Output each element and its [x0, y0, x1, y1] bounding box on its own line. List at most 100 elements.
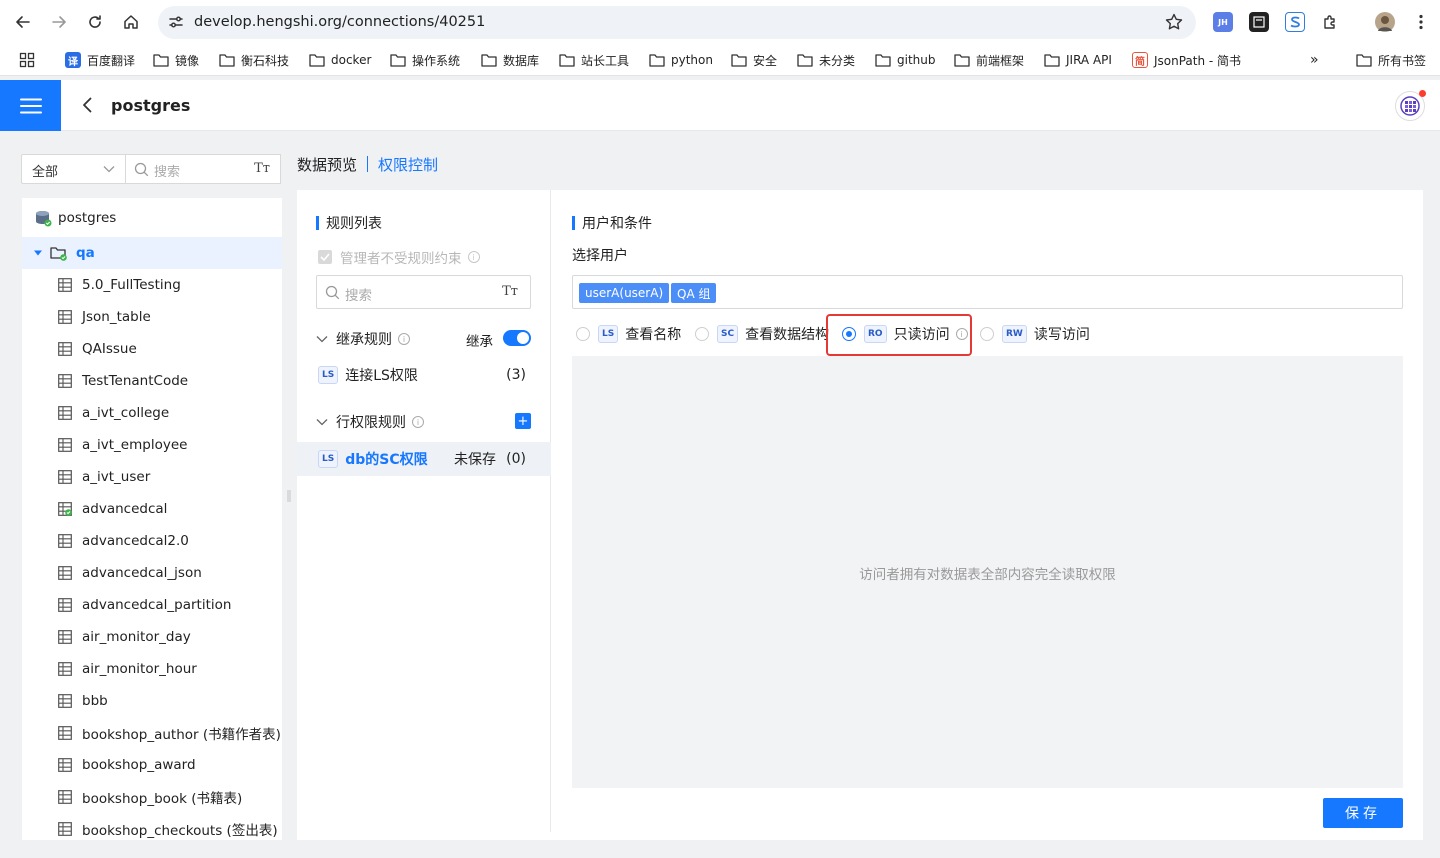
reload-icon[interactable] [83, 10, 107, 34]
terminal-extension-icon[interactable] [1249, 12, 1269, 32]
bookmark-folder[interactable]: github [875, 52, 935, 68]
bookmark-folder[interactable]: 未分类 [797, 52, 855, 68]
table-item[interactable]: advancedcal [58, 493, 282, 525]
bookmarks-bar: 译 百度翻译 镜像 衡石科技 docker 操作系统 数据库 站长工具 pyth… [0, 44, 1440, 76]
bookmark-baidu-translate[interactable]: 译 百度翻译 [65, 52, 135, 68]
table-icon [58, 758, 72, 772]
title-accent-bar [572, 216, 575, 230]
bookmark-folder[interactable]: 安全 [731, 52, 777, 68]
brand-logo-icon[interactable] [1395, 90, 1426, 121]
browser-menu-icon[interactable] [1411, 12, 1431, 32]
panel-resize-handle[interactable] [287, 490, 291, 502]
bookmark-star-icon[interactable] [1164, 12, 1184, 32]
bookmark-folder[interactable]: 站长工具 [559, 52, 629, 68]
rules-search-input[interactable]: 搜索 Tт [316, 275, 531, 309]
back-arrow-icon[interactable] [11, 10, 35, 34]
table-item[interactable]: bookshop_book (书籍表) [58, 781, 282, 813]
chevron-down-icon [103, 166, 115, 173]
table-item[interactable]: advancedcal2.0 [58, 525, 282, 557]
folder-icon [390, 54, 406, 67]
bookmark-label: 操作系统 [412, 53, 461, 68]
table-item[interactable]: a_ivt_employee [58, 429, 282, 461]
tree-search-input[interactable]: 搜索 Tт [126, 154, 281, 184]
table-icon [58, 310, 72, 324]
table-icon [58, 598, 72, 612]
table-item[interactable]: air_monitor_day [58, 621, 282, 653]
user-chip[interactable]: userA(userA) [579, 283, 670, 303]
bookmark-folder[interactable]: docker [309, 52, 371, 68]
site-settings-icon[interactable] [166, 12, 186, 32]
apps-grid-icon[interactable] [19, 52, 41, 68]
access-description-area: 访问者拥有对数据表全部内容完全读取权限 [572, 356, 1403, 788]
inherit-rules-label: 继承规则 [336, 332, 392, 348]
tree-node-schema[interactable]: qa [22, 237, 282, 269]
save-button[interactable]: 保存 [1323, 798, 1403, 828]
inherit-rules-group[interactable]: 继承规则 i 继承 [316, 329, 531, 350]
row-rules-group[interactable]: 行权限规则 i + [316, 412, 531, 432]
bookmark-folder[interactable]: 衡石科技 [219, 52, 289, 68]
conditions-title: 用户和条件 [572, 213, 652, 233]
table-item[interactable]: bookshop_checkouts (签出表) [58, 813, 282, 840]
forward-arrow-icon[interactable] [47, 10, 71, 34]
table-item[interactable]: advancedcal_partition [58, 589, 282, 621]
font-size-toggle-icon[interactable]: Tт [502, 284, 518, 299]
scope-select[interactable]: 全部 [21, 154, 126, 184]
address-bar[interactable]: develop.hengshi.org/connections/40251 [158, 6, 1196, 39]
info-icon[interactable]: i [398, 333, 410, 345]
info-icon[interactable]: i [467, 251, 480, 263]
chevron-left-icon[interactable] [78, 95, 98, 115]
bookmark-folder[interactable]: 前端框架 [954, 52, 1024, 68]
radio-icon [695, 327, 709, 341]
table-item[interactable]: advancedcal_json [58, 557, 282, 589]
table-name: air_monitor_day [82, 629, 191, 645]
tab-permission-control[interactable]: 权限控制 [378, 154, 438, 175]
bookmark-folder[interactable]: 数据库 [481, 52, 539, 68]
bookmarks-overflow[interactable]: » [1310, 52, 1319, 68]
table-item[interactable]: QAIssue [58, 333, 282, 365]
table-item[interactable]: a_ivt_college [58, 397, 282, 429]
caret-down-icon[interactable] [34, 249, 42, 257]
bookmark-label: JsonPath - 简书 [1154, 53, 1242, 68]
jh-extension-icon[interactable]: JH [1213, 12, 1233, 32]
access-option-rw[interactable]: RW 读写访问 [980, 324, 1090, 344]
add-rule-button[interactable]: + [515, 413, 531, 429]
bookmark-jsonpath[interactable]: 简 JsonPath - 简书 [1132, 52, 1241, 68]
group-chip[interactable]: QA 组 [671, 283, 717, 303]
url-text[interactable]: develop.hengshi.org/connections/40251 [194, 14, 485, 30]
table-item[interactable]: a_ivt_user [58, 461, 282, 493]
access-option-ls[interactable]: LS 查看名称 [576, 324, 681, 344]
table-item[interactable]: 5.0_FullTesting [58, 269, 282, 301]
hamburger-menu-icon[interactable] [0, 80, 61, 131]
bookmark-folder[interactable]: JIRA API [1044, 52, 1112, 68]
s-extension-icon[interactable] [1285, 12, 1305, 32]
bookmark-folder[interactable]: 镜像 [153, 52, 199, 68]
table-item[interactable]: bookshop_author (书籍作者表) [58, 717, 282, 749]
table-item[interactable]: air_monitor_hour [58, 653, 282, 685]
table-item[interactable]: bookshop_award [58, 749, 282, 781]
info-icon[interactable]: i [412, 416, 424, 428]
user-select-input[interactable]: userA(userA) QA 组 [572, 275, 1403, 309]
inherit-toggle[interactable] [503, 330, 531, 346]
all-bookmarks[interactable]: 所有书签 [1356, 52, 1426, 68]
table-item[interactable]: TestTenantCode [58, 365, 282, 397]
access-option-sc[interactable]: SC 查看数据结构 [695, 324, 829, 344]
row-rule-item[interactable]: LS db的SC权限 未保存 (0) [297, 442, 551, 476]
tab-data-preview[interactable]: 数据预览 [297, 154, 357, 175]
extensions-puzzle-icon[interactable] [1321, 12, 1341, 32]
table-icon [58, 470, 72, 484]
inherited-rule-item[interactable]: LS 连接LS权限 (3) [297, 358, 551, 392]
admin-exempt-checkbox[interactable]: 管理者不受规则约束 i [318, 247, 480, 267]
bookmark-folder[interactable]: 操作系统 [390, 52, 460, 68]
table-icon [58, 342, 72, 356]
bookmark-folder[interactable]: python [649, 52, 713, 68]
table-item[interactable]: bbb [58, 685, 282, 717]
home-icon[interactable] [119, 10, 143, 34]
tree-node-connection[interactable]: postgres [22, 202, 282, 234]
tree-node-label: qa [76, 245, 95, 261]
table-item[interactable]: Json_table [58, 301, 282, 333]
chevron-down-icon[interactable] [316, 335, 328, 343]
font-size-toggle-icon[interactable]: Tт [254, 161, 270, 176]
chevron-down-icon[interactable] [316, 418, 328, 426]
profile-avatar[interactable] [1375, 12, 1395, 32]
bookmark-label: 百度翻译 [87, 53, 136, 68]
